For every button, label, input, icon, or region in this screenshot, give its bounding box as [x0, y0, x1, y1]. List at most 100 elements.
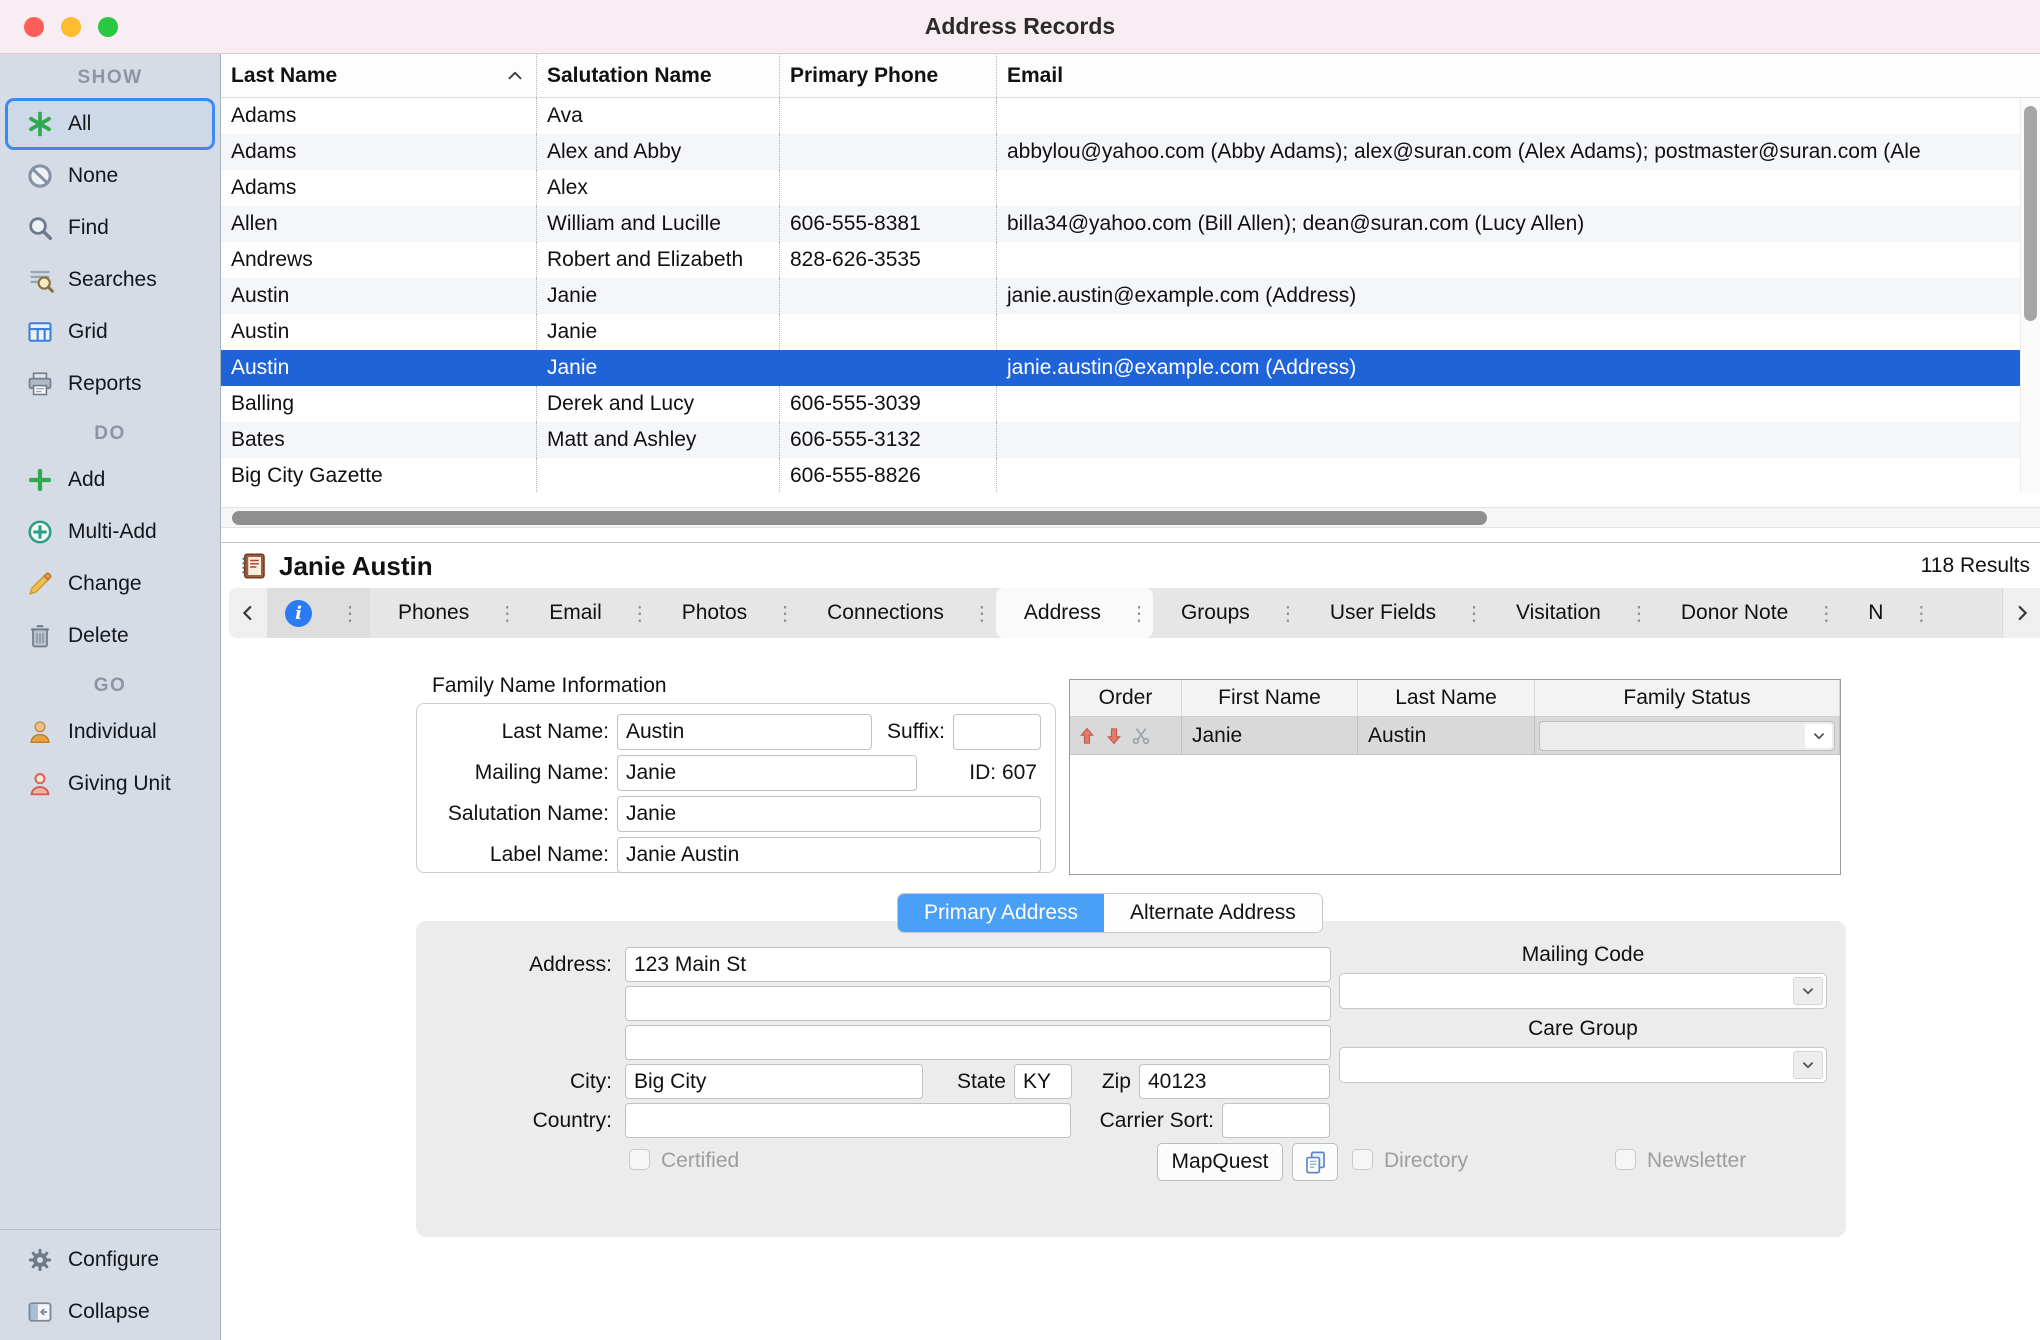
- add-icon: [26, 466, 54, 494]
- move-down-button[interactable]: [1101, 723, 1126, 748]
- column-header-primary-phone[interactable]: Primary Phone: [780, 54, 997, 97]
- tab-list: PhonesEmailPhotosConnectionsAddress Group…: [370, 588, 2040, 638]
- column-header-email[interactable]: Email: [997, 54, 2020, 97]
- table-cell: 606-555-8381: [780, 206, 997, 242]
- table-row[interactable]: AllenWilliam and Lucille606-555-8381bill…: [221, 206, 2020, 242]
- tab-visitation[interactable]: Visitation: [1488, 588, 1653, 638]
- column-header-label: Primary Phone: [790, 64, 938, 88]
- table-row[interactable]: AndrewsRobert and Elizabeth828-626-3535: [221, 242, 2020, 278]
- table-cell: Balling: [221, 386, 537, 422]
- newsletter-checkbox[interactable]: [1615, 1149, 1636, 1170]
- zip-label: Zip: [1061, 1069, 1131, 1095]
- carrier-sort-input[interactable]: [1222, 1103, 1330, 1138]
- address-line1-input[interactable]: [625, 947, 1331, 982]
- family-grid-row[interactable]: JanieAustin: [1070, 717, 1840, 755]
- table-row[interactable]: AustinJanie: [221, 314, 2020, 350]
- sidebar-item-add[interactable]: Add: [5, 454, 215, 506]
- certified-checkbox[interactable]: [629, 1149, 650, 1170]
- move-up-button[interactable]: [1074, 723, 1099, 748]
- table-row[interactable]: AustinJaniejanie.austin@example.com (Add…: [221, 278, 2020, 314]
- table-row[interactable]: AustinJaniejanie.austin@example.com (Add…: [221, 350, 2020, 386]
- close-button[interactable]: [24, 17, 44, 37]
- sidebar-item-reports[interactable]: Reports: [5, 358, 215, 410]
- directory-checkbox[interactable]: [1352, 1149, 1373, 1170]
- tab-label: Groups: [1181, 601, 1250, 625]
- sidebar-item-individual[interactable]: Individual: [5, 706, 215, 758]
- label-name-input[interactable]: [617, 837, 1041, 873]
- tab-n[interactable]: N: [1840, 588, 1935, 638]
- family-members-grid: OrderFirst NameLast NameFamily Status Ja…: [1069, 679, 1841, 875]
- newsletter-label: Newsletter: [1647, 1149, 1746, 1173]
- zip-input[interactable]: [1139, 1064, 1330, 1099]
- sidebar-item-grid[interactable]: Grid: [5, 306, 215, 358]
- horizontal-scrollbar-thumb[interactable]: [232, 511, 1487, 525]
- tab-grip-icon: [626, 601, 654, 626]
- table-row[interactable]: BallingDerek and Lucy606-555-3039: [221, 386, 2020, 422]
- tab-phones[interactable]: Phones: [370, 588, 521, 638]
- tab-grip-icon: [1812, 601, 1840, 626]
- tab-address[interactable]: Address: [996, 588, 1153, 638]
- table-cell: Adams: [221, 170, 537, 206]
- tab-user-fields[interactable]: User Fields: [1302, 588, 1488, 638]
- sidebar-item-multi-add[interactable]: Multi-Add: [5, 506, 215, 558]
- tab-email[interactable]: Email: [521, 588, 654, 638]
- results-count: 118 Results: [1921, 554, 2030, 578]
- sidebar-section-header-do: DO: [0, 410, 220, 454]
- sidebar-item-configure[interactable]: Configure: [5, 1234, 215, 1286]
- sidebar-item-change[interactable]: Change: [5, 558, 215, 610]
- mailing-code-dropdown[interactable]: [1339, 973, 1827, 1009]
- vertical-scrollbar-thumb[interactable]: [2024, 106, 2037, 321]
- tab-groups[interactable]: Groups: [1153, 588, 1302, 638]
- country-input[interactable]: [625, 1103, 1071, 1138]
- salutation-name-input[interactable]: [617, 796, 1041, 832]
- family-grid-column-last-name: Last Name: [1358, 680, 1535, 716]
- sidebar-item-searches[interactable]: Searches: [5, 254, 215, 306]
- window-titlebar: Address Records: [0, 0, 2040, 54]
- table-row[interactable]: AdamsAva: [221, 98, 2020, 134]
- sidebar-item-delete[interactable]: Delete: [5, 610, 215, 662]
- table-row[interactable]: Big City Gazette606-555-8826: [221, 458, 2020, 493]
- tabs-scroll-left-button[interactable]: [229, 588, 267, 638]
- address-line3-input[interactable]: [625, 1025, 1331, 1060]
- detach-member-button[interactable]: [1128, 723, 1153, 748]
- city-input[interactable]: [625, 1064, 923, 1099]
- scissors-icon: [1130, 725, 1152, 747]
- copy-address-button[interactable]: [1292, 1143, 1338, 1181]
- find-icon: [26, 214, 54, 242]
- address-tab-primary-address[interactable]: Primary Address: [898, 894, 1104, 932]
- address-tab-alternate-address[interactable]: Alternate Address: [1104, 894, 1322, 932]
- sidebar-item-collapse[interactable]: Collapse: [5, 1286, 215, 1338]
- family-grid-body: JanieAustin: [1070, 717, 1840, 755]
- minimize-button[interactable]: [61, 17, 81, 37]
- table-cell: Allen: [221, 206, 537, 242]
- table-row[interactable]: BatesMatt and Ashley606-555-3132: [221, 422, 2020, 458]
- table-cell: [997, 422, 2020, 458]
- sidebar-item-none[interactable]: None: [5, 150, 215, 202]
- tab-photos[interactable]: Photos: [654, 588, 799, 638]
- mailing-name-input[interactable]: [617, 755, 917, 791]
- chevron-down-icon: [1793, 977, 1823, 1005]
- tab-donor-note[interactable]: Donor Note: [1653, 588, 1840, 638]
- tab-info[interactable]: [267, 588, 370, 638]
- family-status-dropdown[interactable]: [1539, 721, 1835, 751]
- sidebar-item-giving-unit[interactable]: Giving Unit: [5, 758, 215, 810]
- care-group-dropdown[interactable]: [1339, 1047, 1827, 1083]
- sidebar-item-find[interactable]: Find: [5, 202, 215, 254]
- suffix-input[interactable]: [953, 714, 1041, 750]
- mapquest-button[interactable]: MapQuest: [1157, 1143, 1283, 1181]
- tab-connections[interactable]: Connections: [799, 588, 996, 638]
- address-book-icon: [239, 551, 269, 581]
- detail-tabstrip: PhonesEmailPhotosConnectionsAddress Group…: [229, 588, 2040, 638]
- last-name-input[interactable]: [617, 714, 872, 750]
- zoom-button[interactable]: [98, 17, 118, 37]
- address-line2-input[interactable]: [625, 986, 1331, 1021]
- sidebar-item-all[interactable]: All: [5, 98, 215, 150]
- column-header-last-name[interactable]: Last Name: [221, 54, 537, 97]
- table-row[interactable]: AdamsAlex and Abbyabbylou@yahoo.com (Abb…: [221, 134, 2020, 170]
- sidebar-item-label: Individual: [68, 720, 157, 744]
- tabs-scroll-right-button[interactable]: [2002, 588, 2040, 638]
- family-name-information-legend: Family Name Information: [432, 674, 667, 698]
- column-header-salutation-name[interactable]: Salutation Name: [537, 54, 780, 97]
- table-row[interactable]: AdamsAlex: [221, 170, 2020, 206]
- table-cell: Alex: [537, 170, 780, 206]
